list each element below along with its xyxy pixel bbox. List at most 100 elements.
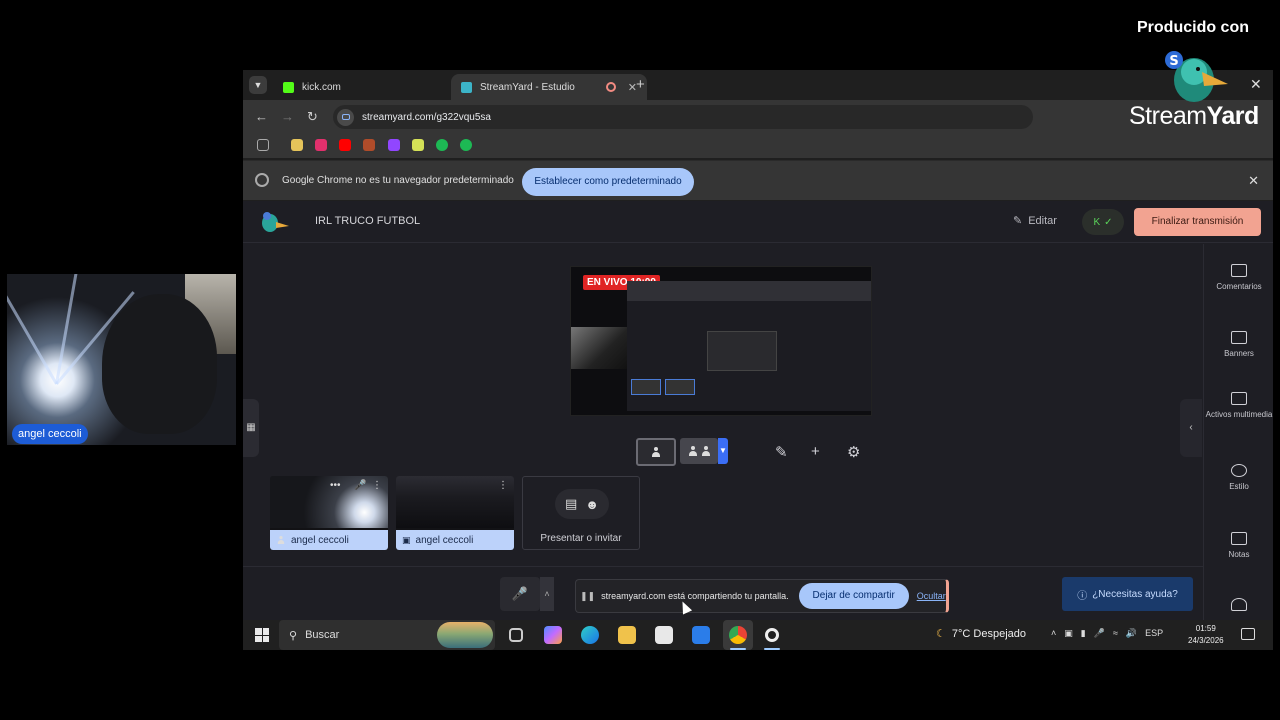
bookmark-icon[interactable] (436, 139, 448, 151)
person-icon (688, 446, 698, 456)
taskbar-search[interactable]: ⚲ Buscar (279, 620, 495, 650)
kebab-menu-icon[interactable]: ⋮ (372, 480, 382, 491)
youtube-icon[interactable] (339, 139, 351, 151)
participant-name: angel ceccoli (291, 534, 349, 546)
webcam-name-tag: angel ceccoli (12, 424, 88, 444)
edge-icon[interactable] (581, 626, 599, 644)
system-tray: ˄ ▣ ▮ 🎤 ≈ 🔊 ESP (1051, 628, 1163, 639)
sidebar-item-label: Notas (1228, 550, 1250, 559)
tab-search-icon[interactable]: ▼ (249, 76, 267, 94)
participant-camera-thumb[interactable]: ••• 🎤 ⋮ angel ceccoli (270, 476, 388, 550)
mic-button[interactable]: 🎤 (500, 577, 540, 611)
chevron-down-icon[interactable]: ▼ (718, 438, 728, 464)
chrome-icon[interactable] (729, 626, 747, 644)
chevron-up-icon[interactable]: ˄ (540, 577, 554, 611)
bookmark-icon[interactable] (412, 139, 424, 151)
wordmark-part: Stream (1129, 102, 1207, 130)
language-indicator[interactable]: ESP (1145, 628, 1163, 639)
person-icon (651, 447, 661, 457)
shared-thumb (665, 379, 695, 395)
active-indicator (764, 648, 780, 650)
layout-panel-toggle-icon[interactable]: ▦ (243, 399, 259, 457)
hide-link[interactable]: Ocultar (917, 591, 946, 601)
sidebar-item-style[interactable]: Estilo (1204, 464, 1273, 491)
broadcast-title: IRL TRUCO FUTBOL (315, 215, 421, 227)
streamyard-icon (461, 81, 472, 93)
shared-thumb (631, 379, 661, 395)
apps-grid-icon[interactable] (257, 139, 269, 151)
windows-taskbar: ⚲ Buscar ☾ 7°C Despejado ˄ ▣ ▮ 🎤 ≈ 🔊 ESP… (243, 620, 1273, 650)
kebab-menu-icon[interactable]: ⋮ (498, 480, 508, 491)
windows-start-icon[interactable] (255, 628, 269, 642)
more-dots-icon[interactable]: ••• (330, 480, 341, 491)
present-or-invite-card[interactable]: ▤ ☻ Presentar o invitar (522, 476, 640, 550)
spotify-icon[interactable] (460, 139, 472, 151)
default-browser-infobar: Google Chrome no es tu navegador predete… (243, 160, 1273, 200)
copilot-icon[interactable] (544, 626, 562, 644)
close-icon[interactable]: ✕ (1250, 76, 1270, 93)
battery-icon[interactable]: ▮ (1081, 628, 1086, 639)
palette-icon (1231, 464, 1247, 477)
address-bar[interactable]: streamyard.com/g322vqu5sa (333, 105, 1033, 129)
question-icon: ⓘ (1077, 590, 1088, 602)
site-info-icon[interactable] (337, 108, 354, 126)
stage-camera (571, 327, 627, 369)
moon-icon: ☾ (936, 628, 946, 640)
sidebar-item-media[interactable]: Activos multimedia (1204, 392, 1273, 419)
participant-screen-thumb[interactable]: ⋮ ▣ angel ceccoli (396, 476, 514, 550)
chevron-up-icon[interactable]: ˄ (1051, 628, 1056, 639)
pencil-icon: ✎ (1013, 215, 1023, 227)
edit-button[interactable]: ✎ Editar (1013, 214, 1057, 228)
volume-icon[interactable]: 🔊 (1126, 628, 1137, 639)
bookmark-icon[interactable] (363, 139, 375, 151)
wifi-icon[interactable]: ≈ (1113, 628, 1118, 639)
sidebar-item-people[interactable] (1204, 598, 1273, 616)
browser-window: ▼ kick.com ✕ StreamYard - Estudio ✕ + ← … (243, 70, 1273, 620)
chevron-left-icon[interactable]: ‹ (1180, 399, 1202, 457)
layout-group-button[interactable] (680, 438, 718, 464)
sidebar-item-comments[interactable]: Comentarios (1204, 264, 1273, 291)
sidebar-item-notes[interactable]: Notas (1204, 532, 1273, 559)
file-explorer-icon[interactable] (618, 626, 636, 644)
forward-icon[interactable]: → (281, 109, 294, 124)
reload-icon[interactable]: ↻ (307, 109, 318, 125)
stage-area: ▦ EN VIVO 10:09 ▼ ✎ + ⚙ ••• 🎤 ⋮ angel ce… (243, 244, 1203, 566)
camera-icon[interactable]: ▣ (1064, 628, 1073, 639)
mic-icon[interactable]: 🎤 (1094, 628, 1105, 639)
sidebar-item-label: Activos multimedia (1205, 410, 1273, 419)
tab-title: kick.com (302, 81, 341, 93)
sidebar-item-banners[interactable]: Banners (1204, 331, 1273, 358)
shared-screen-toolbar (627, 281, 871, 301)
weather-widget[interactable]: ☾ 7°C Despejado (936, 627, 1026, 641)
close-icon[interactable]: ✕ (1248, 173, 1259, 189)
tab-kick[interactable]: kick.com ✕ (273, 74, 469, 100)
add-icon[interactable]: + (811, 443, 820, 460)
obs-icon[interactable] (765, 628, 779, 642)
time: 01:59 (1195, 624, 1216, 633)
bookmark-icon[interactable] (291, 139, 303, 151)
notifications-icon[interactable] (1241, 628, 1255, 640)
tab-streamyard[interactable]: StreamYard - Estudio ✕ (451, 74, 647, 100)
back-icon[interactable]: ← (255, 109, 268, 124)
stop-sharing-button[interactable]: Dejar de compartir (798, 583, 909, 609)
new-tab-icon[interactable]: + (636, 76, 645, 93)
store-icon[interactable] (655, 626, 673, 644)
pencil-icon[interactable]: ✎ (775, 443, 788, 461)
clock[interactable]: 01:59 24/3/2026 (1188, 623, 1224, 647)
gear-icon[interactable]: ⚙ (847, 443, 860, 461)
help-button[interactable]: ⓘ ¿Necesitas ayuda? (1062, 577, 1193, 611)
destination-badge[interactable]: K ✓ (1082, 209, 1124, 235)
kick-icon: K (1093, 216, 1101, 228)
instagram-icon[interactable] (315, 139, 327, 151)
mic-icon[interactable]: 🎤 (354, 480, 366, 491)
media-icon (1231, 392, 1247, 405)
twitch-icon[interactable] (388, 139, 400, 151)
end-broadcast-button[interactable]: Finalizar transmisión (1134, 208, 1261, 236)
layout-solo-button[interactable] (636, 438, 676, 466)
task-view-icon[interactable] (509, 628, 523, 642)
set-default-button[interactable]: Establecer como predeterminado (522, 168, 694, 196)
notes-icon (1231, 532, 1247, 545)
shared-screen (627, 281, 871, 411)
streamyard-wordmark: StreamYard (1129, 102, 1259, 131)
mail-icon[interactable] (692, 626, 710, 644)
